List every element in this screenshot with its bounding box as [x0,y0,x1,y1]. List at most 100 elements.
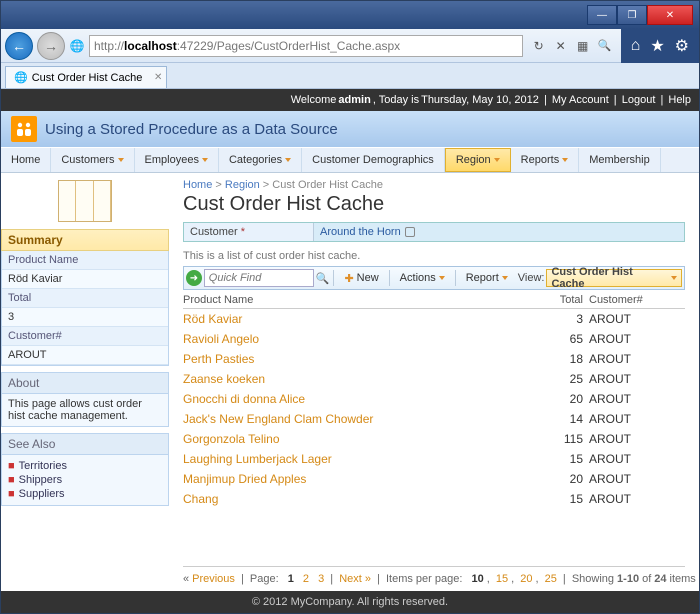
actions-button[interactable]: Actions [394,271,451,285]
table-row[interactable]: Zaanse koeken25AROUT [183,369,685,389]
cell-product-name[interactable]: Gorgonzola Telino [183,432,539,446]
seealso-link[interactable]: ■Suppliers [8,487,162,501]
cell-product-name[interactable]: Perth Pasties [183,352,539,366]
cell-product-name[interactable]: Chang [183,492,539,506]
favorites-icon[interactable]: ★ [650,36,664,56]
cell-customer: AROUT [589,432,685,446]
cell-product-name[interactable]: Laughing Lumberjack Lager [183,452,539,466]
pager-ipp-20[interactable]: 20 [520,573,532,585]
sidebar-summary-header: Summary [1,229,169,251]
pager-page-3[interactable]: 3 [318,573,324,585]
grid-header: Product Name Total Customer# [183,290,685,309]
seealso-link[interactable]: ■Shippers [8,473,162,487]
view-selector[interactable]: Cust Order Hist Cache [546,269,682,287]
cell-customer: AROUT [589,312,685,326]
my-account-link[interactable]: My Account [552,94,609,106]
nav-home[interactable]: Home [1,148,51,172]
pager-ipp-10[interactable]: 10 [471,573,483,585]
browser-window: — ❐ ✕ ← → 🌐 http://localhost:47229/Pages… [0,0,700,614]
bullet-icon: ■ [8,460,15,472]
cell-customer: AROUT [589,332,685,346]
col-customer[interactable]: Customer# [589,294,685,306]
summary-total-value: 3 [2,308,168,327]
back-button[interactable]: ← [5,32,33,60]
table-row[interactable]: Ravioli Angelo65AROUT [183,329,685,349]
table-row[interactable]: Gnocchi di donna Alice20AROUT [183,389,685,409]
summary-total-label: Total [2,289,168,308]
chevron-down-icon [562,158,568,162]
tools-icon[interactable]: ⚙ [675,36,689,56]
search-icon[interactable]: 🔍 [597,38,613,54]
pager-ipp-label: Items per page: [386,573,462,585]
refresh-icon[interactable]: ↻ [531,38,547,54]
compat-icon[interactable]: ▦ [575,38,591,54]
breadcrumb-region[interactable]: Region [225,179,260,191]
browser-tab[interactable]: 🌐 Cust Order Hist Cache ✕ [5,66,167,88]
cell-total: 65 [539,332,589,346]
breadcrumb-home[interactable]: Home [183,179,212,191]
nav-reports[interactable]: Reports [511,148,580,172]
forward-button[interactable]: → [37,32,65,60]
cell-customer: AROUT [589,492,685,506]
table-row[interactable]: Perth Pasties18AROUT [183,349,685,369]
app-header: Using a Stored Procedure as a Data Sourc… [1,111,699,147]
url-path: /Pages/CustOrderHist_Cache.aspx [213,39,400,53]
cell-product-name[interactable]: Jack's New England Clam Chowder [183,412,539,426]
cell-product-name[interactable]: Röd Kaviar [183,312,539,326]
minimize-button[interactable]: — [587,5,617,25]
new-button[interactable]: ✚New [338,271,384,286]
cell-customer: AROUT [589,372,685,386]
cell-product-name[interactable]: Manjimup Dried Apples [183,472,539,486]
close-button[interactable]: ✕ [647,5,693,25]
cell-total: 115 [539,432,589,446]
pager-ipp-25[interactable]: 25 [545,573,557,585]
help-link[interactable]: Help [668,94,691,106]
cell-total: 15 [539,492,589,506]
chevron-down-icon [118,158,124,162]
seealso-link[interactable]: ■Territories [8,459,162,473]
address-bar[interactable]: http://localhost:47229/Pages/CustOrderHi… [89,35,523,57]
pager-page-1[interactable]: 1 [288,573,294,585]
home-icon[interactable]: ⌂ [631,37,641,55]
cell-total: 15 [539,452,589,466]
customer-filter-label: Customer * [184,223,314,241]
cell-total: 3 [539,312,589,326]
nav-customers[interactable]: Customers [51,148,134,172]
nav-employees[interactable]: Employees [135,148,219,172]
table-row[interactable]: Jack's New England Clam Chowder14AROUT [183,409,685,429]
cell-total: 14 [539,412,589,426]
cell-product-name[interactable]: Zaanse koeken [183,372,539,386]
col-product-name[interactable]: Product Name [183,294,539,306]
cell-product-name[interactable]: Ravioli Angelo [183,332,539,346]
bullet-icon: ■ [8,488,15,500]
col-total[interactable]: Total [539,294,589,306]
table-row[interactable]: Chang15AROUT [183,489,685,509]
cell-product-name[interactable]: Gnocchi di donna Alice [183,392,539,406]
search-icon[interactable]: 🔍 [316,272,330,285]
table-row[interactable]: Manjimup Dried Apples20AROUT [183,469,685,489]
maximize-button[interactable]: ❐ [617,5,647,25]
chevron-down-icon [285,158,291,162]
nav-categories[interactable]: Categories [219,148,302,172]
pager-page-2[interactable]: 2 [303,573,309,585]
table-row[interactable]: Gorgonzola Telino115AROUT [183,429,685,449]
breadcrumb: Home > Region > Cust Order Hist Cache [183,179,685,191]
cell-customer: AROUT [589,472,685,486]
quick-find-input[interactable] [204,269,314,287]
table-row[interactable]: Röd Kaviar3AROUT [183,309,685,329]
pager-ipp-15[interactable]: 15 [496,573,508,585]
pager-next[interactable]: Next » [339,573,371,585]
nav-region[interactable]: Region [445,148,511,172]
table-row[interactable]: Laughing Lumberjack Lager15AROUT [183,449,685,469]
nav-customer-demographics[interactable]: Customer Demographics [302,148,445,172]
pager-prev[interactable]: Previous [192,573,235,585]
stop-icon[interactable]: ✕ [553,38,569,54]
customer-filter-value[interactable]: Around the Horn [314,223,684,241]
logout-link[interactable]: Logout [622,94,656,106]
app-logo-icon [11,116,37,142]
go-icon[interactable]: ➜ [186,270,202,286]
cell-customer: AROUT [589,452,685,466]
tab-close-icon[interactable]: ✕ [154,72,162,83]
nav-membership[interactable]: Membership [579,148,661,172]
report-button[interactable]: Report [460,271,514,285]
